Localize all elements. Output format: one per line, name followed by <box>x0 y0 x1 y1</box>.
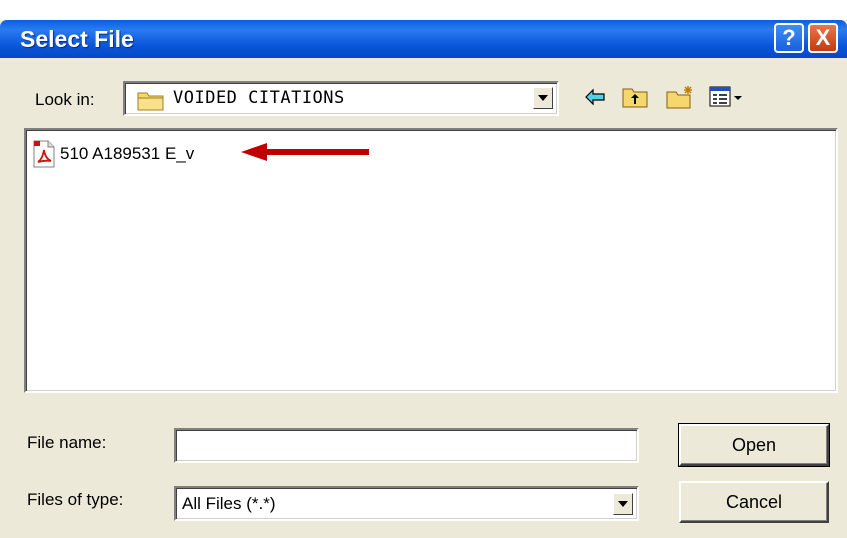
file-name-input[interactable] <box>174 428 639 463</box>
red-arrow-icon <box>241 143 369 161</box>
window-title: Select File <box>20 26 134 52</box>
help-icon: ? <box>782 25 796 50</box>
cancel-button[interactable]: Cancel <box>679 481 829 523</box>
help-button[interactable]: ? <box>774 23 804 53</box>
look-in-value: VOIDED CITATIONS <box>173 88 345 108</box>
files-of-type-dropdown-button[interactable] <box>613 493 633 515</box>
pdf-file-icon <box>33 140 55 168</box>
folder-icon <box>137 92 164 111</box>
look-in-combobox[interactable]: VOIDED CITATIONS <box>123 81 559 116</box>
look-in-label: Look in: <box>35 90 95 109</box>
file-name-label: 510 A189531 E_v <box>60 144 195 163</box>
up-folder-icon[interactable] <box>622 85 648 109</box>
close-button[interactable]: X <box>808 23 838 53</box>
close-icon: X <box>815 25 831 50</box>
files-of-type-value: All Files (*.*) <box>182 494 276 513</box>
view-menu-icon[interactable] <box>709 85 743 109</box>
chevron-down-icon <box>618 501 628 507</box>
look-in-dropdown-button[interactable] <box>533 87 553 109</box>
files-of-type-select[interactable]: All Files (*.*) <box>174 486 639 521</box>
title-bar: Select File ? X <box>0 20 847 58</box>
new-folder-icon[interactable] <box>666 85 694 109</box>
open-button[interactable]: Open <box>678 423 830 467</box>
back-arrow-icon[interactable] <box>583 85 607 109</box>
file-name-field-label: File name: <box>27 433 107 452</box>
chevron-down-icon <box>538 95 548 101</box>
file-list[interactable]: 510 A189531 E_v <box>24 128 838 393</box>
list-item[interactable]: 510 A189531 E_v <box>32 140 194 168</box>
files-of-type-label: Files of type: <box>27 490 124 509</box>
